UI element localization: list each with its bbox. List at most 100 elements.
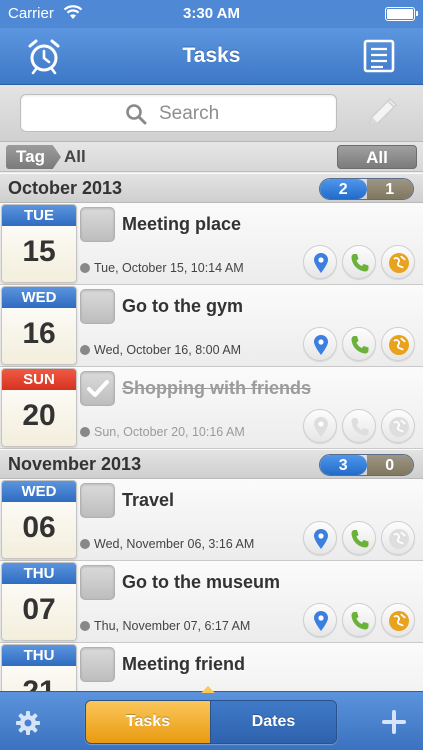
task-date: Thu, November 07, 6:17 AM	[80, 619, 250, 633]
task-title: Go to the museum	[122, 572, 281, 592]
tab-dates[interactable]: Dates	[211, 701, 336, 743]
location-button[interactable]	[303, 603, 337, 637]
phone-button[interactable]	[342, 603, 376, 637]
task-title: Go to the gym	[122, 296, 243, 316]
task-list[interactable]: October 2013 2 1 TUE 15 Meeting place Tu…	[0, 173, 423, 691]
tab-tasks[interactable]: Tasks	[86, 701, 211, 743]
gear-icon[interactable]	[15, 710, 41, 736]
day-number: 20	[22, 399, 56, 432]
phone-button[interactable]	[342, 245, 376, 279]
phone-icon	[351, 418, 369, 436]
task-actions	[303, 521, 415, 555]
page-title: Tasks	[182, 44, 241, 67]
open-count: 2	[320, 179, 367, 199]
contact-globe-icon	[389, 417, 409, 437]
plus-icon[interactable]	[381, 709, 407, 735]
day-of-week: THU	[2, 645, 76, 666]
phone-icon	[351, 254, 369, 272]
phone-icon	[351, 530, 369, 548]
contact-button[interactable]	[381, 521, 415, 555]
task-date-text: Tue, October 15, 10:14 AM	[94, 261, 244, 275]
phone-icon	[351, 612, 369, 630]
location-pin-icon	[314, 417, 328, 437]
search-box[interactable]	[20, 94, 337, 132]
contact-button[interactable]	[381, 409, 415, 443]
status-dot	[80, 263, 90, 273]
day-number: 15	[22, 235, 56, 268]
tag-label[interactable]: Tag	[6, 145, 61, 169]
search-icon	[126, 104, 147, 125]
task-checkbox-checked[interactable]	[80, 371, 115, 406]
search-bar	[0, 85, 423, 142]
pencil-icon[interactable]	[362, 95, 402, 131]
day-number: 07	[22, 593, 56, 626]
calendar-badge: TUE 15	[1, 204, 77, 283]
calendar-badge: WED 06	[1, 480, 77, 559]
task-row[interactable]: TUE 15 Meeting place Tue, October 15, 10…	[0, 203, 423, 285]
task-date-text: Wed, October 16, 8:00 AM	[94, 343, 242, 357]
status-dot	[80, 345, 90, 355]
section-title: November 2013	[8, 454, 142, 474]
task-title: Meeting friend	[122, 654, 246, 674]
task-date-text: Sun, October 20, 10:16 AM	[94, 425, 245, 439]
task-date: Wed, October 16, 8:00 AM	[80, 343, 241, 357]
task-actions	[303, 409, 415, 443]
phone-button[interactable]	[342, 327, 376, 361]
calendar-badge: THU 07	[1, 562, 77, 641]
status-time: 3:30 AM	[183, 5, 240, 22]
calendar-badge: WED 16	[1, 286, 77, 365]
status-bar: Carrier 3:30 AM	[0, 0, 423, 28]
task-date: Tue, October 15, 10:14 AM	[80, 261, 244, 275]
list-document-icon[interactable]	[363, 39, 395, 73]
location-button[interactable]	[303, 327, 337, 361]
task-actions	[303, 245, 415, 279]
task-row[interactable]: SUN 20 Shopping with friends Sun, Octobe…	[0, 367, 423, 449]
nav-bar: Tasks	[0, 28, 423, 85]
task-checkbox[interactable]	[80, 207, 115, 242]
contact-button[interactable]	[381, 603, 415, 637]
phone-button[interactable]	[342, 409, 376, 443]
day-of-week: WED	[2, 481, 76, 502]
search-input[interactable]	[159, 101, 329, 127]
day-of-week: SUN	[2, 369, 76, 390]
task-date: Wed, November 06, 3:16 AM	[80, 537, 254, 551]
count-badge: 3 0	[319, 454, 414, 476]
location-button[interactable]	[303, 521, 337, 555]
task-row[interactable]: THU 07 Go to the museum Thu, November 07…	[0, 561, 423, 643]
contact-globe-icon	[389, 529, 409, 549]
view-segmented-control: Tasks Dates	[85, 700, 337, 744]
task-checkbox[interactable]	[80, 483, 115, 518]
day-number: 16	[22, 317, 56, 350]
status-dot	[80, 621, 90, 631]
day-of-week: TUE	[2, 205, 76, 226]
contact-globe-icon	[389, 611, 409, 631]
tab-bar: Tasks Dates	[0, 691, 423, 750]
section-header: November 2013 3 0	[0, 449, 423, 479]
day-of-week: WED	[2, 287, 76, 308]
open-count: 3	[320, 455, 367, 475]
location-button[interactable]	[303, 409, 337, 443]
task-row[interactable]: WED 16 Go to the gym Wed, October 16, 8:…	[0, 285, 423, 367]
day-of-week: THU	[2, 563, 76, 584]
task-checkbox[interactable]	[80, 565, 115, 600]
status-dot	[80, 427, 90, 437]
task-actions	[303, 327, 415, 361]
done-count: 0	[366, 455, 413, 475]
tag-filter-bar: Tag All All	[0, 142, 423, 172]
task-checkbox[interactable]	[80, 289, 115, 324]
task-row[interactable]: WED 06 Travel Wed, November 06, 3:16 AM	[0, 479, 423, 561]
contact-globe-icon	[389, 253, 409, 273]
phone-button[interactable]	[342, 521, 376, 555]
location-pin-icon	[314, 253, 328, 273]
all-filter-button[interactable]: All	[337, 145, 417, 169]
task-date-text: Thu, November 07, 6:17 AM	[94, 619, 251, 633]
contact-button[interactable]	[381, 245, 415, 279]
task-checkbox[interactable]	[80, 647, 115, 682]
task-row[interactable]: THU 21 Meeting friend	[0, 643, 423, 691]
task-title: Shopping with friends	[122, 378, 311, 398]
day-number: 06	[22, 511, 56, 544]
task-actions	[303, 603, 415, 637]
contact-button[interactable]	[381, 327, 415, 361]
location-button[interactable]	[303, 245, 337, 279]
section-title: October 2013	[8, 178, 123, 198]
